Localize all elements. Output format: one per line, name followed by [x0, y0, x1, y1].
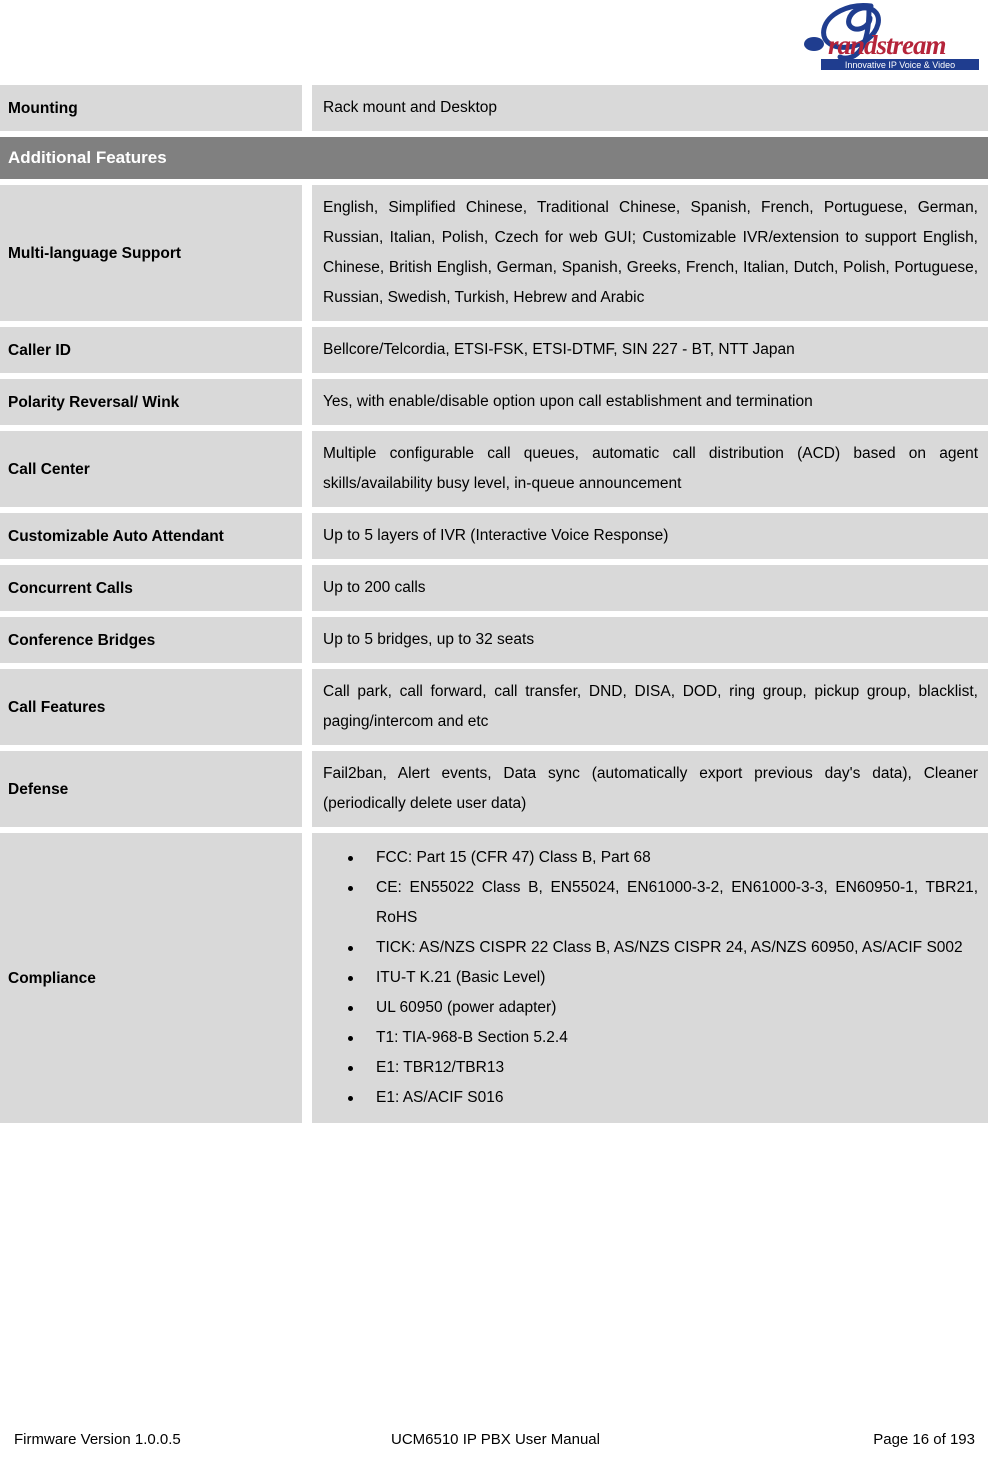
row-label: Polarity Reversal/ Wink	[0, 379, 302, 425]
row-value: Rack mount and Desktop	[312, 85, 988, 131]
list-item: T1: TIA-968-B Section 5.2.4	[346, 1023, 978, 1053]
row-value: Call park, call forward, call transfer, …	[312, 669, 988, 745]
row-value: Multiple configurable call queues, autom…	[312, 431, 988, 507]
row-value-text: Up to 5 bridges, up to 32 seats	[323, 631, 535, 648]
row-value-text: Up to 200 calls	[323, 579, 426, 596]
row-value: FCC: Part 15 (CFR 47) Class B, Part 68 C…	[312, 833, 988, 1123]
row-label: Multi-language Support	[0, 185, 302, 321]
row-value-text: Fail2ban, Alert events, Data sync (autom…	[323, 765, 978, 812]
footer-document-title: UCM6510 IP PBX User Manual	[391, 1431, 600, 1448]
row-value-text: Multiple configurable call queues, autom…	[323, 445, 978, 492]
row-value: Yes, with enable/disable option upon cal…	[312, 379, 988, 425]
compliance-list: FCC: Part 15 (CFR 47) Class B, Part 68 C…	[312, 843, 978, 1113]
list-item: CE: EN55022 Class B, EN55024, EN61000-3-…	[346, 873, 978, 933]
list-item: TICK: AS/NZS CISPR 22 Class B, AS/NZS CI…	[346, 933, 978, 963]
row-value-text: English, Simplified Chinese, Traditional…	[323, 199, 978, 306]
grandstream-logo-icon: randstream Innovative IP Voice & Video	[804, 3, 979, 70]
row-value: Fail2ban, Alert events, Data sync (autom…	[312, 751, 988, 827]
list-item: UL 60950 (power adapter)	[346, 993, 978, 1023]
logo-tagline-text: Innovative IP Voice & Video	[845, 60, 955, 70]
table-row: Multi-language Support English, Simplifi…	[0, 185, 988, 321]
table-row: Mounting Rack mount and Desktop	[0, 85, 988, 131]
table-row: Defense Fail2ban, Alert events, Data syn…	[0, 751, 988, 827]
row-label: Defense	[0, 751, 302, 827]
table-row-compliance: Compliance FCC: Part 15 (CFR 47) Class B…	[0, 833, 988, 1123]
list-item: ITU-T K.21 (Basic Level)	[346, 963, 978, 993]
row-label: Call Features	[0, 669, 302, 745]
page-header: randstream Innovative IP Voice & Video	[0, 0, 991, 85]
grandstream-logo: randstream Innovative IP Voice & Video	[783, 2, 983, 76]
row-value: Bellcore/Telcordia, ETSI-FSK, ETSI-DTMF,…	[312, 327, 988, 373]
row-value: Up to 5 bridges, up to 32 seats	[312, 617, 988, 663]
row-label: Call Center	[0, 431, 302, 507]
row-value: Up to 5 layers of IVR (Interactive Voice…	[312, 513, 988, 559]
list-item: E1: AS/ACIF S016	[346, 1083, 978, 1113]
row-value-text: Up to 5 layers of IVR (Interactive Voice…	[323, 527, 669, 544]
row-label: Compliance	[0, 833, 302, 1123]
table-row: Call Center Multiple configurable call q…	[0, 431, 988, 507]
table-row: Customizable Auto Attendant Up to 5 laye…	[0, 513, 988, 559]
table-row: Conference Bridges Up to 5 bridges, up t…	[0, 617, 988, 663]
table-row: Polarity Reversal/ Wink Yes, with enable…	[0, 379, 988, 425]
row-value-text: Call park, call forward, call transfer, …	[323, 683, 978, 730]
row-value: Up to 200 calls	[312, 565, 988, 611]
table-row: Caller ID Bellcore/Telcordia, ETSI-FSK, …	[0, 327, 988, 373]
list-item: FCC: Part 15 (CFR 47) Class B, Part 68	[346, 843, 978, 873]
list-item: E1: TBR12/TBR13	[346, 1053, 978, 1083]
row-value: English, Simplified Chinese, Traditional…	[312, 185, 988, 321]
specifications-table: Mounting Rack mount and Desktop Addition…	[0, 85, 988, 1129]
section-header-additional-features: Additional Features	[0, 137, 988, 179]
row-value-text: Yes, with enable/disable option upon cal…	[323, 393, 813, 410]
footer-firmware-version: Firmware Version 1.0.0.5	[14, 1431, 181, 1448]
row-label: Concurrent Calls	[0, 565, 302, 611]
table-row: Concurrent Calls Up to 200 calls	[0, 565, 988, 611]
svg-text:randstream: randstream	[828, 30, 946, 60]
row-label: Caller ID	[0, 327, 302, 373]
table-row: Call Features Call park, call forward, c…	[0, 669, 988, 745]
row-label: Conference Bridges	[0, 617, 302, 663]
footer-page-number: Page 16 of 193	[873, 1431, 975, 1448]
row-value-text: Rack mount and Desktop	[323, 99, 498, 116]
row-value-text: Bellcore/Telcordia, ETSI-FSK, ETSI-DTMF,…	[323, 341, 795, 358]
page-footer: Firmware Version 1.0.0.5 UCM6510 IP PBX …	[0, 1431, 991, 1448]
row-label: Customizable Auto Attendant	[0, 513, 302, 559]
row-label: Mounting	[0, 85, 302, 131]
